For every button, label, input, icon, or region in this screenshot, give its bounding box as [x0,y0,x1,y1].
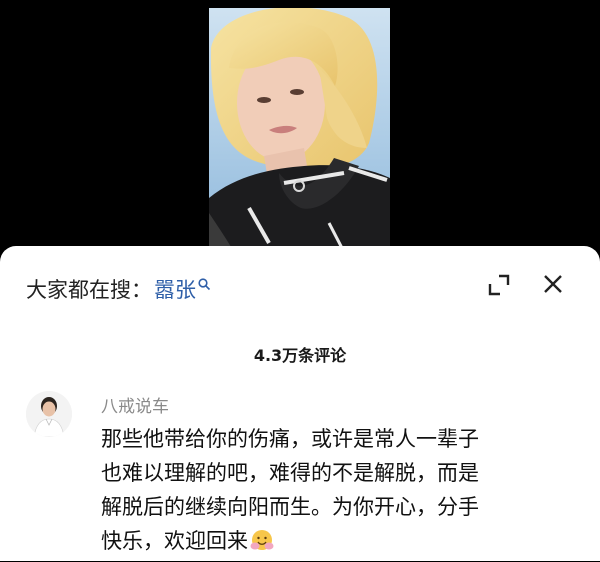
trending-search-prefix: 大家都在搜： [26,278,152,302]
video-person-image [209,8,390,252]
comment-username[interactable]: 八戒说车 [101,392,169,417]
expand-icon[interactable] [488,274,510,300]
avatar[interactable] [26,391,72,437]
comment-text: 那些他带给你的伤痛，或许是常人一辈子 也难以理解的吧，难得的不是解脱，而是 解脱… [101,427,479,553]
comment-body: 那些他带给你的伤痛，或许是常人一辈子 也难以理解的吧，难得的不是解脱，而是 解脱… [101,422,571,562]
trending-search[interactable]: 大家都在搜： 嚣张 [26,271,211,307]
trending-search-term[interactable]: 嚣张 [154,274,196,304]
video-thumbnail[interactable] [209,8,390,252]
search-icon[interactable] [198,272,211,296]
video-player[interactable] [0,0,600,252]
comments-panel: 大家都在搜： 嚣张 4.3万条评论 八戒说车 那些他带给你的伤痛，或许是常人一辈… [0,246,600,561]
comment-count: 4.3万条评论 [253,346,347,365]
hug-emoji-icon [249,528,275,562]
close-icon[interactable] [541,272,565,300]
